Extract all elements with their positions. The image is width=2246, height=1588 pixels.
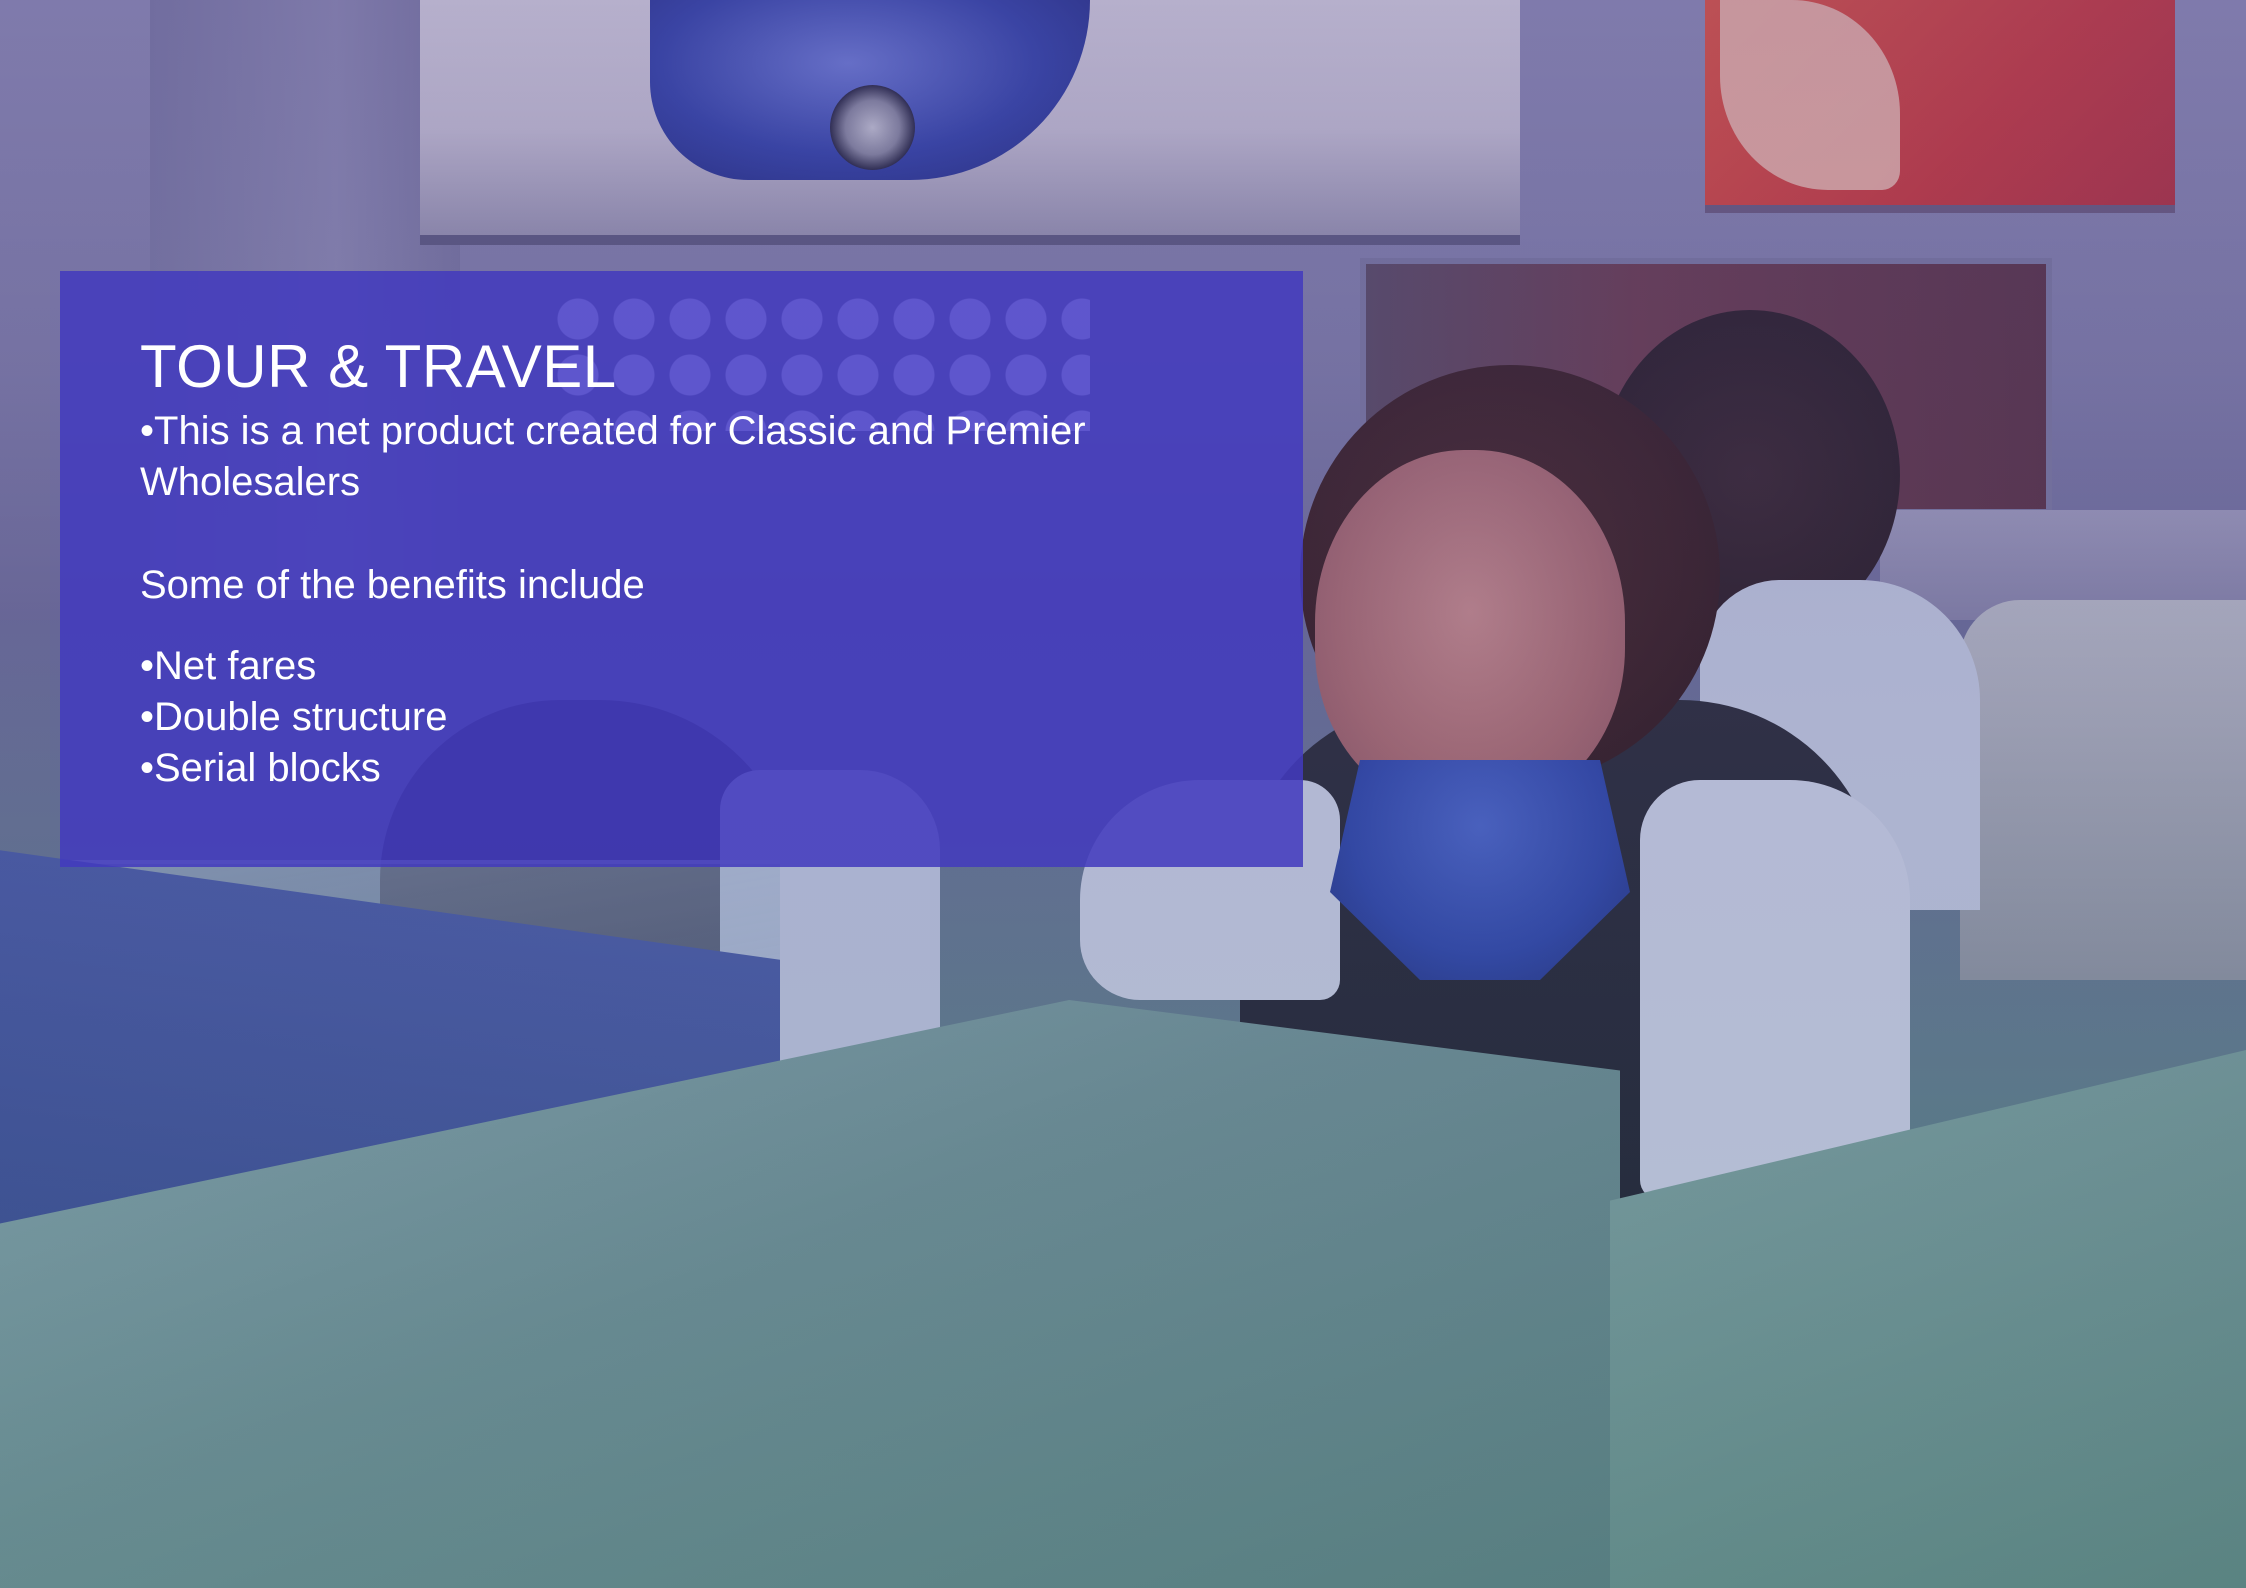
benefit-list: •Net fares •Double structure •Serial blo…	[140, 641, 1223, 794]
benefit-item: •Serial blocks	[140, 746, 381, 790]
slide-title: TOUR & TRAVEL	[140, 333, 617, 400]
benefit-item: •Double structure	[140, 695, 448, 739]
slide: TOUR & TRAVEL •This is a net product cre…	[0, 0, 2246, 1588]
info-panel: TOUR & TRAVEL •This is a net product cre…	[60, 271, 1303, 867]
intro-text: •This is a net product created for Class…	[140, 409, 1086, 504]
benefit-item: •Net fares	[140, 644, 317, 688]
benefits-heading: Some of the benefits include	[140, 563, 645, 607]
